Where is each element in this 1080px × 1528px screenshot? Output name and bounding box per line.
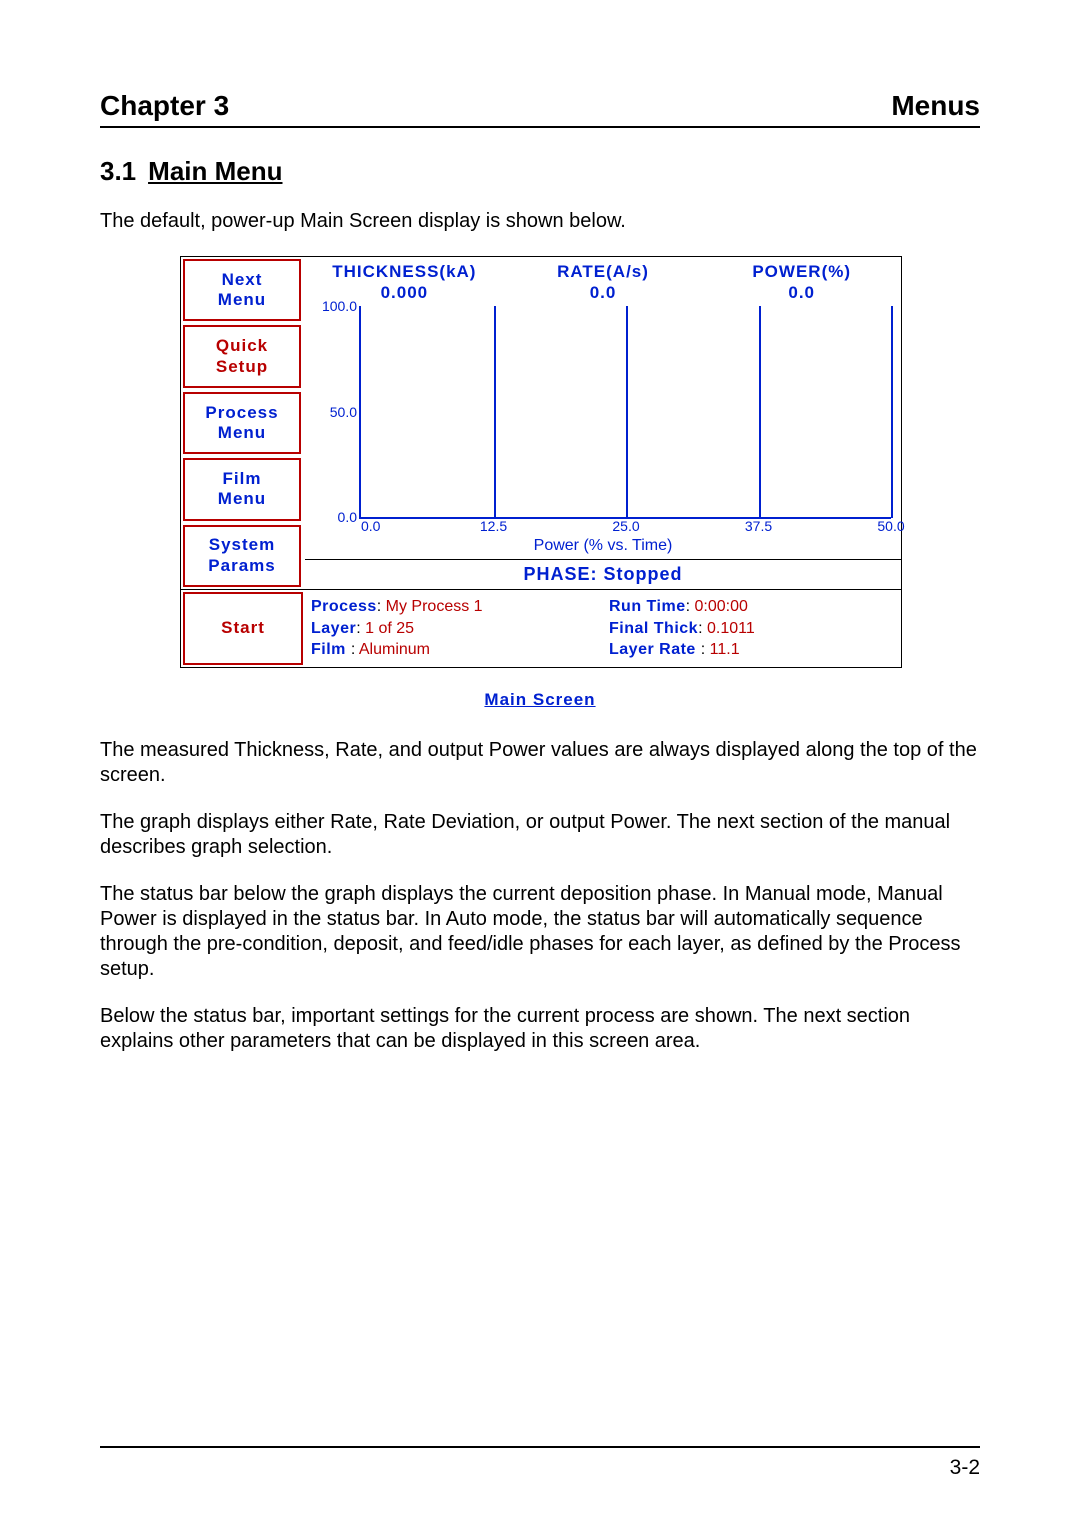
chapter-right: Menus [891, 90, 980, 122]
info-key: Film [311, 641, 351, 658]
main-display: THICKNESS(kA) 0.000 RATE(A/s) 0.0 POWER(… [305, 257, 901, 589]
softkey-label: System [185, 535, 299, 555]
figure-caption: Main Screen [100, 690, 980, 710]
info-line: Film : Aluminum [311, 639, 597, 661]
section-number: 3.1 [100, 156, 136, 187]
chart-x-tick: 0.0 [361, 518, 380, 534]
chart-gridline [759, 306, 761, 518]
softkey-label: Menu [185, 489, 299, 509]
softkey-label: Params [185, 556, 299, 576]
softkey-label: Quick [185, 336, 299, 356]
info-value: 1 of 25 [365, 620, 414, 637]
phase-status-bar: PHASE: Stopped [305, 559, 901, 589]
reading-power: POWER(%) 0.0 [702, 257, 901, 306]
info-value: 11.1 [710, 641, 740, 658]
chapter-bar: Chapter 3 Menus [100, 90, 980, 128]
chapter-title: Chapter 3 [100, 90, 229, 122]
info-key: Run Time [609, 598, 686, 615]
info-sep: : [701, 641, 710, 658]
softkey-next-menu[interactable]: Next Menu [183, 259, 301, 321]
info-value: Aluminum [359, 641, 430, 658]
info-sep: : [698, 620, 707, 637]
reading-label: RATE(A/s) [504, 261, 703, 282]
reading-label: POWER(%) [702, 261, 901, 282]
reading-value: 0.0 [504, 282, 703, 303]
softkey-label: Next [185, 270, 299, 290]
main-screen: Next Menu Quick Setup Process Menu Film … [180, 256, 902, 668]
chart-gridline [891, 306, 893, 518]
main-screen-figure: Next Menu Quick Setup Process Menu Film … [180, 256, 900, 668]
softkey-column: Next Menu Quick Setup Process Menu Film … [181, 257, 305, 589]
info-value: 0.1011 [707, 620, 755, 637]
chart-x-tick: 50.0 [877, 518, 904, 534]
softkey-film-menu[interactable]: Film Menu [183, 458, 301, 520]
body-paragraph: The measured Thickness, Rate, and output… [100, 738, 980, 788]
info-sep: : [377, 598, 386, 615]
softkey-label: Process [185, 403, 299, 423]
body-paragraph: The graph displays either Rate, Rate Dev… [100, 810, 980, 860]
chart-plot-area: 100.0 50.0 0.0 0.0 12.5 25.0 37.5 50.0 [359, 306, 891, 519]
footer-rule [100, 1446, 980, 1448]
reading-value: 0.0 [702, 282, 901, 303]
section-heading: 3.1 Main Menu [100, 156, 980, 187]
info-value: My Process 1 [386, 598, 483, 615]
chart-x-tick: 37.5 [745, 518, 772, 534]
info-line: Layer: 1 of 25 [311, 618, 597, 640]
info-left: Process: My Process 1 Layer: 1 of 25 Fil… [305, 590, 603, 667]
chart-x-tick: 12.5 [480, 518, 507, 534]
softkey-label: Start [185, 618, 301, 638]
page: Chapter 3 Menus 3.1 Main Menu The default… [0, 0, 1080, 1528]
readings-row: THICKNESS(kA) 0.000 RATE(A/s) 0.0 POWER(… [305, 257, 901, 306]
chart-y-tick: 50.0 [330, 404, 357, 420]
section-title-text: Main Menu [148, 156, 282, 186]
softkey-quick-setup[interactable]: Quick Setup [183, 325, 301, 387]
info-sep: : [686, 598, 695, 615]
info-key: Layer [311, 620, 356, 637]
page-number: 3-2 [950, 1456, 980, 1480]
chart-y-tick: 0.0 [338, 509, 357, 525]
info-value: 0:00:00 [695, 598, 748, 615]
chart-gridline [494, 306, 496, 518]
chart-x-tick: 25.0 [612, 518, 639, 534]
reading-label: THICKNESS(kA) [305, 261, 504, 282]
body-paragraph: Below the status bar, important settings… [100, 1004, 980, 1054]
reading-rate: RATE(A/s) 0.0 [504, 257, 703, 306]
softkey-label: Film [185, 469, 299, 489]
body-paragraph: The status bar below the graph displays … [100, 882, 980, 982]
softkey-label: Menu [185, 290, 299, 310]
info-key: Final Thick [609, 620, 698, 637]
chart-axis-title: Power (% vs. Time) [305, 537, 901, 555]
info-key: Process [311, 598, 377, 615]
info-sep: : [351, 641, 359, 658]
softkey-system-params[interactable]: System Params [183, 525, 301, 587]
info-right: Run Time: 0:00:00 Final Thick: 0.1011 La… [603, 590, 901, 667]
info-line: Final Thick: 0.1011 [609, 618, 895, 640]
intro-paragraph: The default, power-up Main Screen displa… [100, 209, 980, 234]
info-line: Layer Rate : 11.1 [609, 639, 895, 661]
softkey-start[interactable]: Start [183, 592, 303, 665]
info-line: Process: My Process 1 [311, 596, 597, 618]
chart-y-tick: 100.0 [322, 298, 357, 314]
info-row: Start Process: My Process 1 Layer: 1 of … [181, 589, 901, 667]
info-sep: : [356, 620, 365, 637]
softkey-process-menu[interactable]: Process Menu [183, 392, 301, 454]
info-key: Layer Rate [609, 641, 701, 658]
softkey-label: Setup [185, 357, 299, 377]
info-line: Run Time: 0:00:00 [609, 596, 895, 618]
chart-gridline [626, 306, 628, 518]
softkey-label: Menu [185, 423, 299, 443]
